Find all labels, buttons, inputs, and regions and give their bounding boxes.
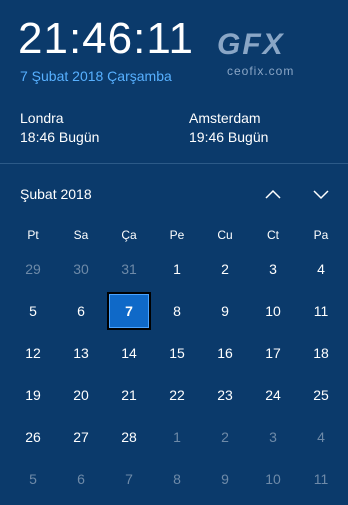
calendar-day[interactable]: 4 — [297, 248, 345, 290]
calendar-week-row: 29 30 31 1 2 3 4 — [9, 248, 345, 290]
calendar-day[interactable]: 5 — [9, 290, 57, 332]
calendar-day[interactable]: 11 — [297, 290, 345, 332]
calendar-day-other-month[interactable]: 7 — [105, 458, 153, 500]
weekday-label: Pe — [169, 228, 185, 242]
weekday-label: Cu — [217, 228, 233, 242]
calendar-day[interactable]: 12 — [9, 332, 57, 374]
clock-city: Amsterdam — [189, 110, 261, 126]
calendar-day[interactable]: 16 — [201, 332, 249, 374]
calendar-day[interactable]: 3 — [249, 248, 297, 290]
clock-calendar-flyout: 21:46:11 7 Şubat 2018 Çarşamba GFX ceofi… — [0, 0, 348, 505]
calendar-day[interactable]: 2 — [201, 248, 249, 290]
calendar-day-other-month[interactable]: 3 — [249, 416, 297, 458]
calendar-day[interactable]: 27 — [57, 416, 105, 458]
additional-clock-amsterdam: Amsterdam 19:46 Bugün — [189, 109, 268, 147]
calendar-day[interactable]: 23 — [201, 374, 249, 416]
calendar-week-row: 5 6 7 8 9 10 11 — [9, 458, 345, 500]
calendar-day[interactable]: 13 — [57, 332, 105, 374]
calendar-day[interactable]: 24 — [249, 374, 297, 416]
weekday-label: Ct — [267, 228, 279, 242]
calendar-day-other-month[interactable]: 11 — [297, 458, 345, 500]
calendar-day[interactable]: 9 — [201, 290, 249, 332]
clock-time: 18:46 Bugün — [20, 129, 100, 145]
month-title[interactable]: Şubat 2018 — [20, 186, 92, 202]
calendar-day[interactable]: 28 — [105, 416, 153, 458]
calendar-day-other-month[interactable]: 4 — [297, 416, 345, 458]
chevron-down-icon — [313, 190, 329, 200]
calendar-day[interactable]: 26 — [9, 416, 57, 458]
calendar-day[interactable]: 19 — [9, 374, 57, 416]
calendar-day[interactable]: 1 — [153, 248, 201, 290]
chevron-up-icon — [265, 189, 281, 199]
calendar-day[interactable]: 22 — [153, 374, 201, 416]
calendar-week-row: 26 27 28 1 2 3 4 — [9, 416, 345, 458]
calendar-week-row: 12 13 14 15 16 17 18 — [9, 332, 345, 374]
calendar-day[interactable]: 17 — [249, 332, 297, 374]
calendar-weeks: 29 30 31 1 2 3 4 5 6 7 8 9 10 11 12 13 14 15 16 17 18 19 20 21 2… — [9, 248, 345, 500]
calendar-day-other-month[interactable]: 31 — [105, 248, 153, 290]
calendar-day-other-month[interactable]: 5 — [9, 458, 57, 500]
weekday-header-row: Pt Sa Ça Pe Cu Ct Pa — [9, 222, 345, 248]
weekday-label: Sa — [73, 228, 89, 242]
calendar-day-other-month[interactable]: 2 — [201, 416, 249, 458]
calendar-day[interactable]: 25 — [297, 374, 345, 416]
logo-mark: GFX — [217, 28, 285, 61]
calendar-day[interactable]: 8 — [153, 290, 201, 332]
current-date-link[interactable]: 7 Şubat 2018 Çarşamba — [20, 68, 172, 84]
logo-text: ceofix.com — [227, 64, 295, 78]
calendar-day[interactable]: 6 — [57, 290, 105, 332]
calendar-day[interactable]: 14 — [105, 332, 153, 374]
clock-time: 19:46 Bugün — [189, 129, 269, 145]
calendar-day[interactable]: 20 — [57, 374, 105, 416]
calendar-day-other-month[interactable]: 8 — [153, 458, 201, 500]
weekday-label: Pa — [313, 228, 329, 242]
calendar-day-other-month[interactable]: 1 — [153, 416, 201, 458]
calendar-grid: Pt Sa Ça Pe Cu Ct Pa 29 30 31 1 2 3 4 5 6 7 8 9 10 11 12 13 14… — [9, 222, 345, 500]
calendar-day-other-month[interactable]: 6 — [57, 458, 105, 500]
calendar-day-other-month[interactable]: 29 — [9, 248, 57, 290]
calendar-day[interactable]: 18 — [297, 332, 345, 374]
divider — [0, 163, 348, 164]
calendar-day[interactable]: 21 — [105, 374, 153, 416]
current-time: 21:46:11 — [18, 14, 195, 63]
watermark-logo: GFX ceofix.com — [217, 28, 317, 82]
weekday-label: Ça — [121, 228, 137, 242]
calendar-day[interactable]: 15 — [153, 332, 201, 374]
calendar-week-row: 5 6 7 8 9 10 11 — [9, 290, 345, 332]
calendar-day[interactable]: 10 — [249, 290, 297, 332]
calendar-day-other-month[interactable]: 9 — [201, 458, 249, 500]
additional-clock-london: Londra 18:46 Bugün — [20, 109, 99, 147]
calendar-week-row: 19 20 21 22 23 24 25 — [9, 374, 345, 416]
calendar-day-today[interactable]: 7 — [107, 292, 151, 330]
next-month-button[interactable] — [306, 180, 336, 208]
weekday-label: Pt — [27, 228, 39, 242]
previous-month-button[interactable] — [258, 180, 288, 208]
clock-city: Londra — [20, 110, 64, 126]
calendar-day-other-month[interactable]: 30 — [57, 248, 105, 290]
calendar-day-other-month[interactable]: 10 — [249, 458, 297, 500]
